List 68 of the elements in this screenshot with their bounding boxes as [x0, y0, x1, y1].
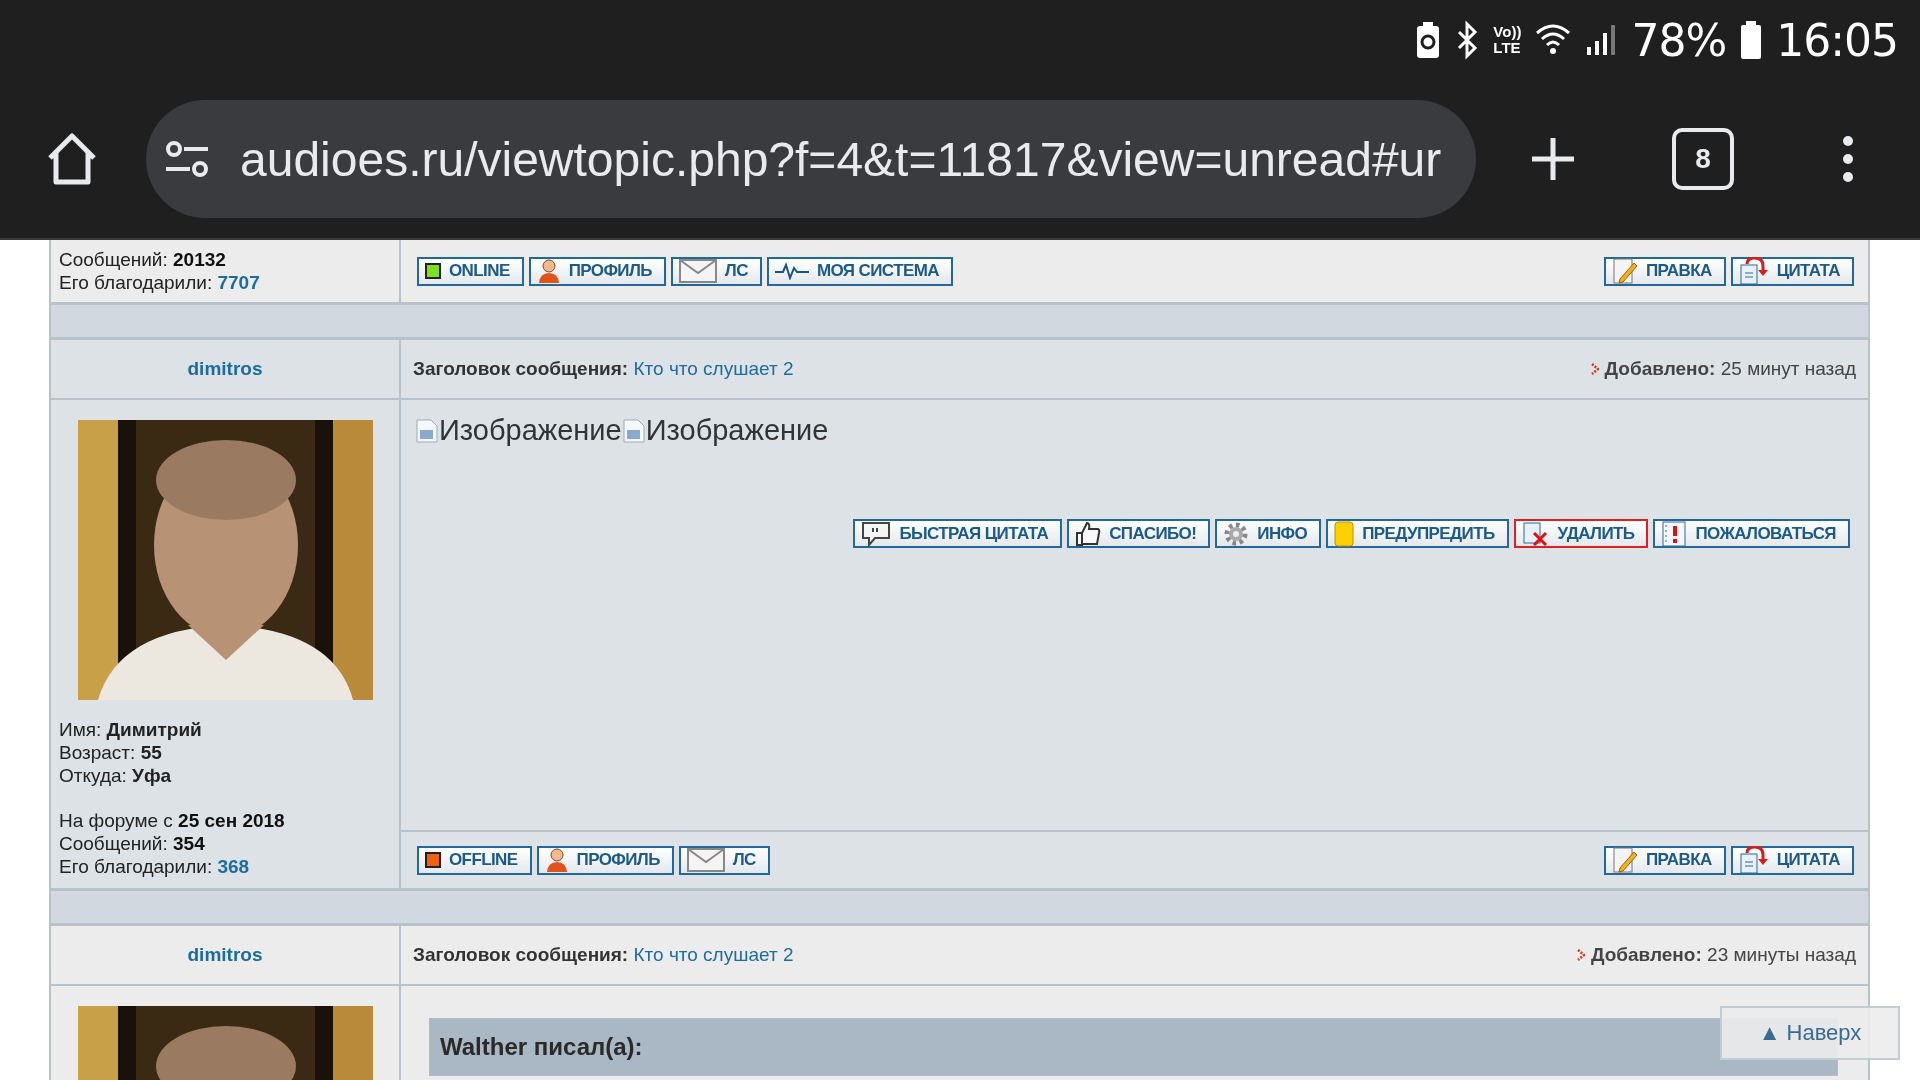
pm-button[interactable]: ЛС: [670, 256, 762, 286]
broken-image-icon: [415, 417, 439, 444]
thumbs-up-icon: [1075, 520, 1102, 547]
volte-indicator: Vo)) LTE: [1493, 24, 1522, 56]
subject-link[interactable]: Кто что слушает 2: [633, 358, 794, 379]
profile-line: Его благодарили: 7707: [59, 271, 261, 294]
quote-button[interactable]: ЦИТАТА: [1730, 845, 1854, 875]
document-arrow-icon: [1738, 846, 1769, 874]
subject-link[interactable]: Кто что слушает 2: [633, 944, 794, 965]
envelope-icon: [686, 848, 725, 872]
offline-button[interactable]: OFFLINE: [417, 845, 532, 875]
profile-line: Откуда: Уфа: [59, 764, 173, 787]
author-link[interactable]: dimitros: [187, 944, 263, 966]
broken-image: Изображение: [415, 414, 622, 447]
status-square-icon: [425, 263, 441, 279]
url-text: audioes.ru/viewtopic.php?f=4&t=11817&view=unread#ur: [240, 131, 1442, 187]
battery-percent: 78%: [1631, 14, 1727, 66]
info-button[interactable]: ИНФО: [1215, 519, 1322, 548]
wifi-icon: [1535, 23, 1572, 57]
quickquote-button[interactable]: БЫСТРАЯ ЦИТАТА: [853, 519, 1063, 548]
post-subject: Заголовок сообщения: Кто что слушает 2: [413, 944, 794, 966]
battery-icon: [1740, 20, 1763, 60]
person-icon: [536, 258, 561, 284]
menu-icon[interactable]: [1841, 135, 1855, 183]
delete-button[interactable]: УДАЛИТЬ: [1513, 519, 1649, 548]
battery-saver-icon: [1415, 20, 1442, 60]
document-arrow-icon: [1738, 257, 1769, 285]
tab-count-button[interactable]: 8: [1672, 128, 1734, 190]
warn-button[interactable]: ПРЕДУПРЕДИТЬ: [1326, 519, 1509, 548]
pencil-document-icon: [1611, 846, 1638, 874]
profile-line: Его благодарили: 368: [59, 855, 251, 878]
system-button[interactable]: МОЯ СИСТЕМА: [766, 256, 953, 286]
profile-button[interactable]: ПРОФИЛЬ: [536, 845, 674, 875]
profile-line: Имя: Димитрий: [59, 718, 203, 741]
person-icon: [544, 847, 569, 873]
thanks-button[interactable]: СПАСИБО!: [1067, 519, 1211, 548]
post-subject: Заголовок сообщения: Кто что слушает 2: [413, 358, 794, 380]
profile-line: Сообщений: 20132: [59, 248, 227, 271]
signal-icon: [1585, 23, 1618, 57]
profile-line: На форуме с 25 сен 2018: [59, 809, 286, 832]
pulse-icon: [774, 262, 809, 280]
online-button[interactable]: ONLINE: [417, 256, 524, 286]
back-to-top-button[interactable]: ▲ Наверх: [1720, 1006, 1900, 1060]
envelope-icon: [678, 259, 717, 283]
report-button[interactable]: ПОЖАЛОВАТЬСЯ: [1653, 519, 1850, 548]
post-date: Добавлено: 23 минуты назад: [1590, 944, 1856, 966]
profile-line: Возраст: 55: [59, 741, 163, 764]
gear-icon: [1223, 520, 1250, 547]
author-link[interactable]: dimitros: [187, 358, 263, 380]
site-settings-icon[interactable]: [164, 139, 210, 179]
document-cross-icon: [1521, 520, 1550, 547]
post-date: Добавлено: 25 минут назад: [1604, 358, 1856, 380]
profile-button[interactable]: ПРОФИЛЬ: [528, 256, 666, 286]
bluetooth-icon: [1455, 20, 1480, 60]
clock: 16:05: [1776, 14, 1898, 66]
pm-button[interactable]: ЛС: [678, 845, 770, 875]
edit-button[interactable]: ПРАВКА: [1603, 845, 1726, 875]
edit-button[interactable]: ПРАВКА: [1603, 256, 1726, 286]
profile-line: Сообщений: 354: [59, 832, 206, 855]
exclamation-document-icon: [1661, 520, 1688, 547]
broken-image: Изображение: [621, 414, 829, 447]
status-square-icon: [425, 852, 441, 868]
speech-bubble-icon: [861, 520, 892, 547]
address-bar[interactable]: audioes.ru/viewtopic.php?f=4&t=11817&view=unread#ur: [146, 100, 1476, 218]
broken-image-icon: [621, 417, 646, 444]
quote-button[interactable]: ЦИТАТА: [1730, 256, 1854, 286]
pencil-document-icon: [1611, 257, 1638, 285]
card-icon: [1334, 520, 1355, 547]
